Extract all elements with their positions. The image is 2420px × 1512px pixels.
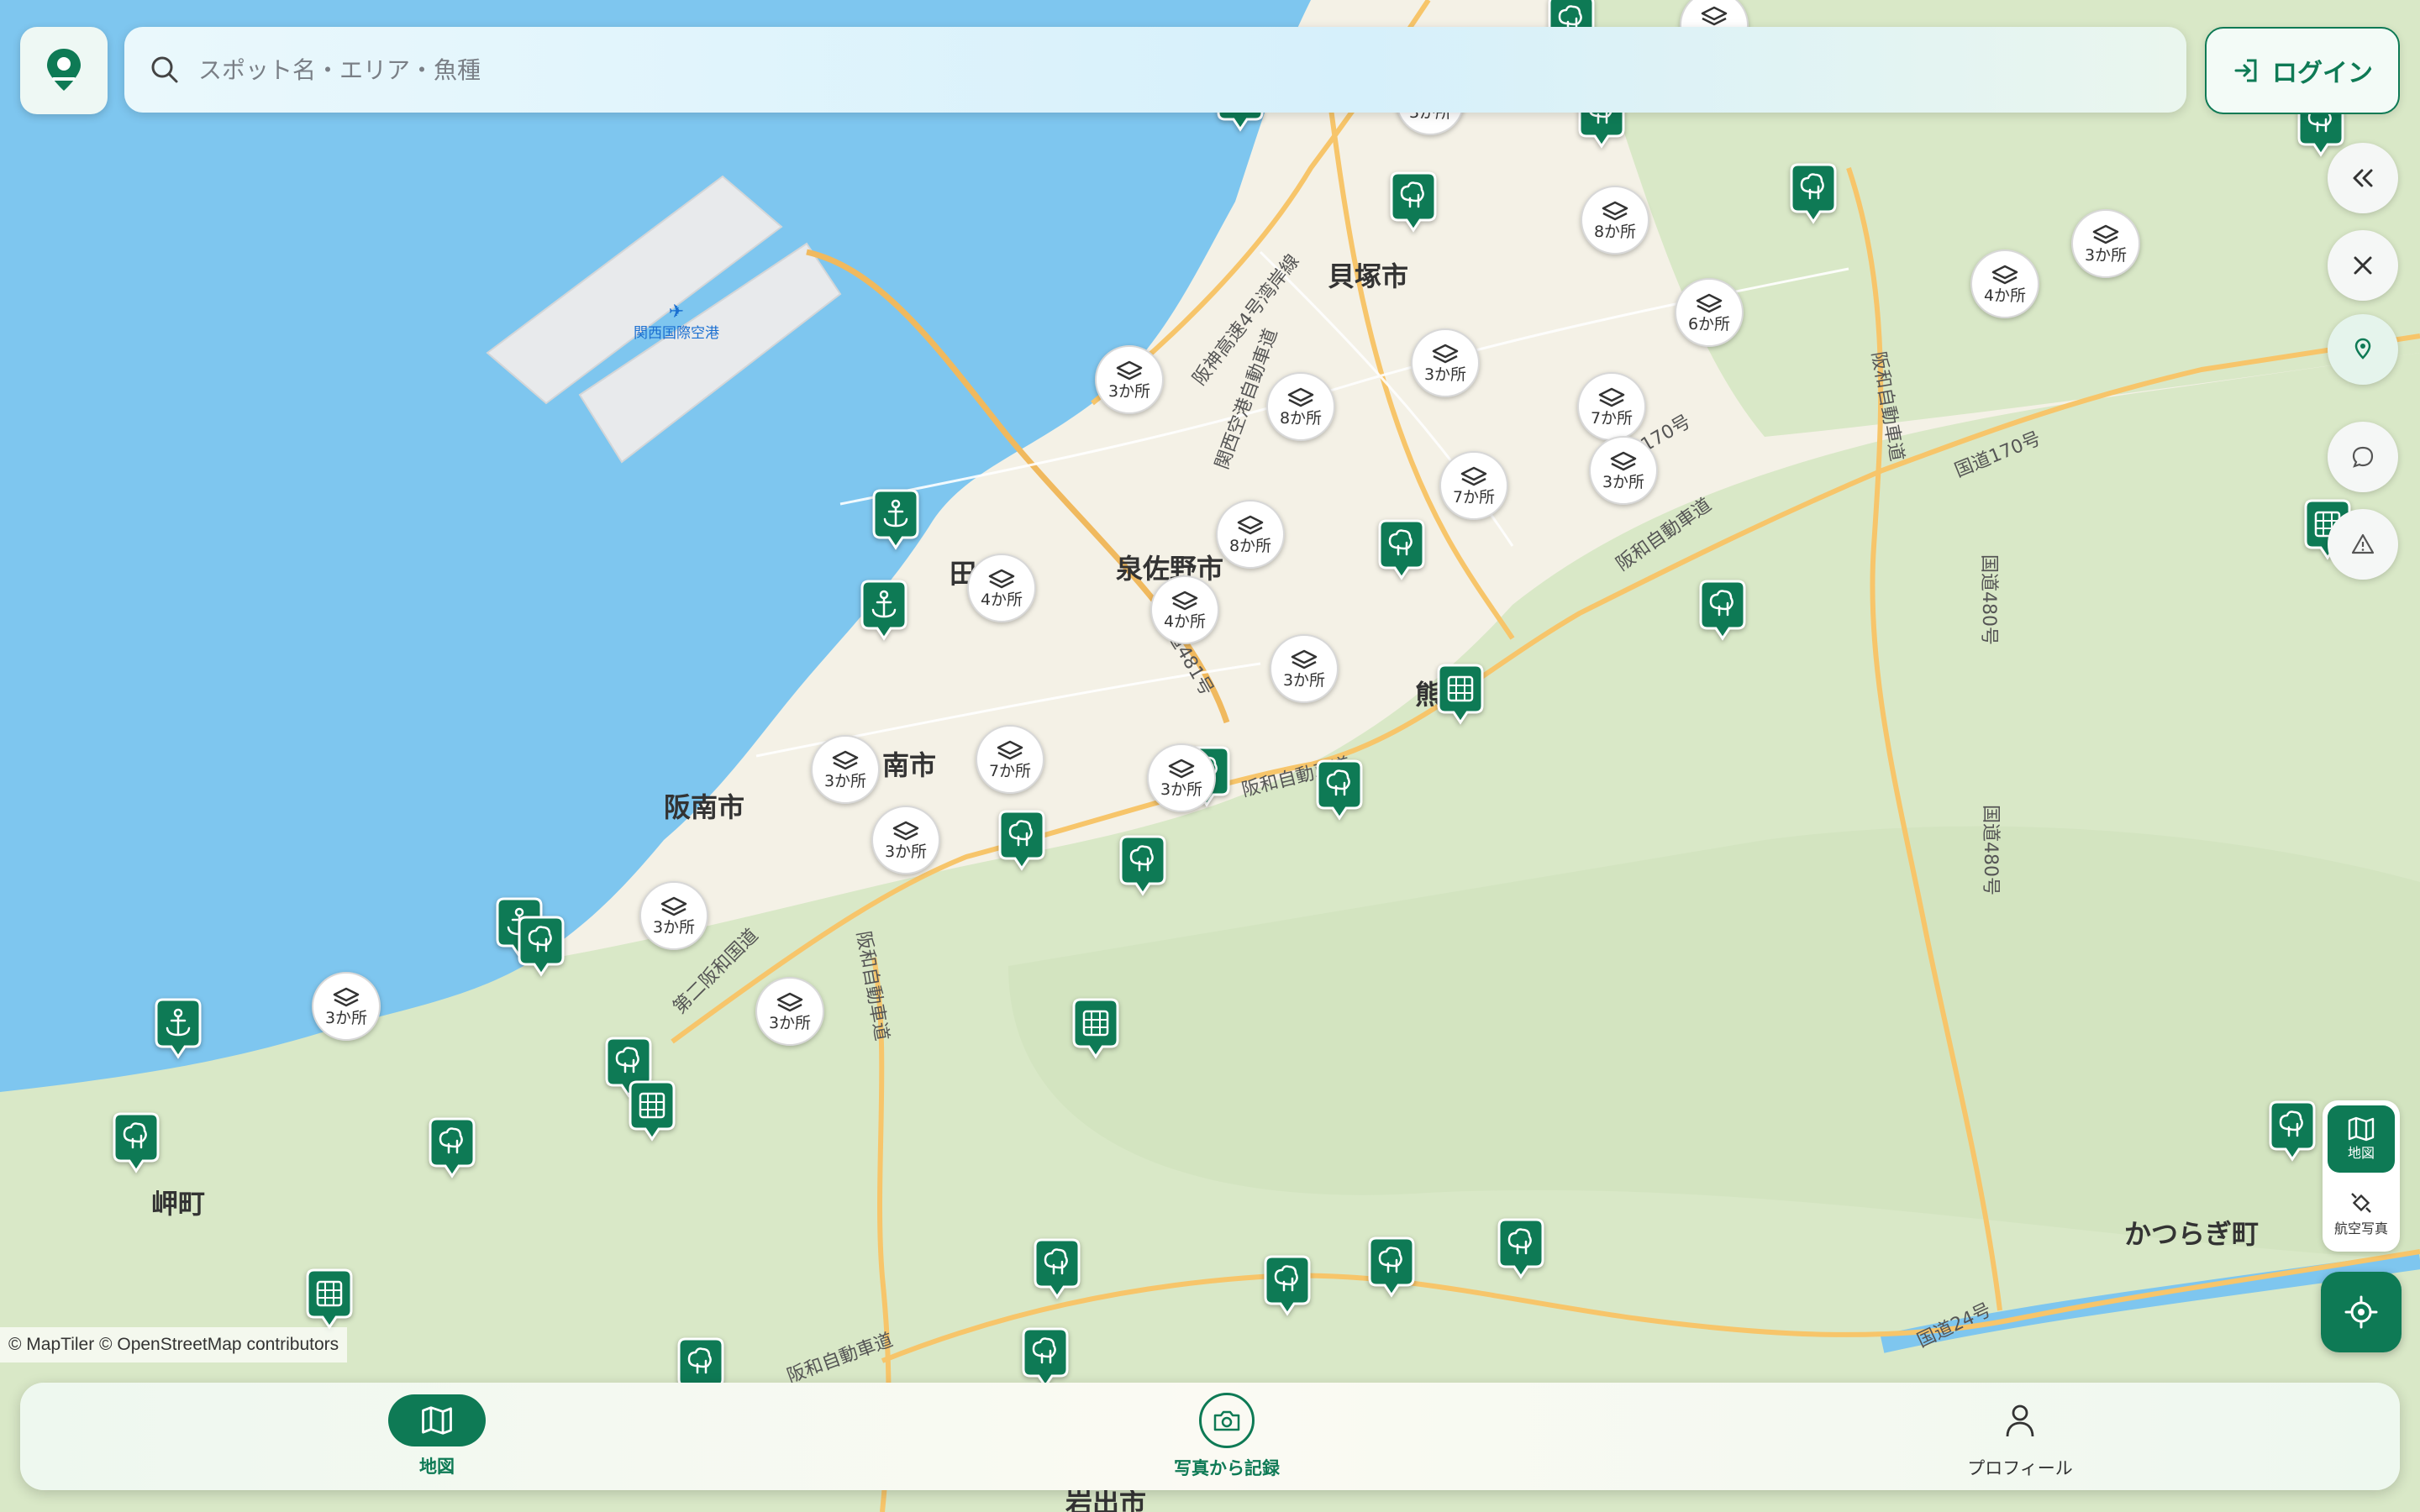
collapse-panel-button[interactable] [2328, 143, 2398, 213]
cluster-count: 3か所 [1602, 473, 1644, 491]
cluster-count: 8か所 [1229, 537, 1271, 555]
login-button[interactable]: ログイン [2205, 27, 2400, 114]
cluster-count: 4か所 [1164, 612, 1206, 631]
app-logo-button[interactable] [20, 27, 108, 114]
tab-profile-label: プロフィール [1967, 1458, 2073, 1478]
cluster-count: 8か所 [1594, 223, 1636, 241]
cluster-marker[interactable]: 4か所 [967, 554, 1036, 622]
cluster-marker[interactable]: 8か所 [1266, 372, 1335, 441]
camera-icon [1213, 1410, 1240, 1431]
cluster-count: 7か所 [1591, 409, 1633, 428]
cluster-count: 8か所 [1280, 409, 1322, 428]
cluster-marker[interactable]: 3か所 [639, 881, 708, 950]
map-canvas[interactable]: ✈ 関西国際空港 貝塚市 泉佐野市 田 南市 阪南市 熊 岬町 かつらぎ町 岩出… [0, 0, 2420, 1512]
layer-aerial-button[interactable]: 航空写真 [2328, 1179, 2395, 1247]
cluster-marker[interactable]: 8か所 [1216, 500, 1285, 569]
layer-map-button[interactable]: 地図 [2328, 1105, 2395, 1173]
cluster-marker[interactable]: 3か所 [1411, 328, 1480, 397]
cluster-marker[interactable]: 7か所 [1577, 372, 1646, 441]
chevrons-left-icon [2353, 169, 2373, 187]
svg-text:関西国際空港: 関西国際空港 [634, 325, 719, 342]
place-label: 南市 [882, 749, 936, 781]
place-label: かつらぎ町 [2124, 1218, 2259, 1250]
cluster-count: 4か所 [981, 591, 1023, 609]
cluster-marker[interactable]: 3か所 [1095, 345, 1164, 414]
place-label: 貝塚市 [1328, 260, 1408, 292]
cluster-marker[interactable]: 3か所 [312, 972, 381, 1041]
tab-map-label: 地図 [419, 1457, 455, 1477]
cluster-count: 3か所 [1283, 671, 1325, 690]
app-logo-icon [47, 49, 81, 91]
tab-map[interactable]: 地図 [370, 1383, 504, 1490]
cluster-marker[interactable]: 7か所 [1439, 451, 1508, 520]
cluster-marker[interactable]: 3か所 [1147, 743, 1216, 812]
place-label: 岬町 [151, 1188, 205, 1220]
person-icon [2006, 1404, 2034, 1437]
layer-map-label: 地図 [2347, 1145, 2375, 1161]
cluster-count: 6か所 [1688, 315, 1730, 333]
cluster-marker[interactable]: 3か所 [2071, 209, 2140, 278]
close-button[interactable] [2328, 230, 2398, 301]
cluster-count: 3か所 [885, 843, 927, 861]
cluster-count: 3か所 [2085, 246, 2127, 265]
layer-aerial-label: 航空写真 [2333, 1221, 2388, 1236]
road-label: 国道480号 [1980, 805, 2001, 895]
tab-record-label: 写真から記録 [1174, 1458, 1280, 1478]
map-icon [422, 1406, 452, 1435]
cluster-marker[interactable]: 3か所 [871, 806, 940, 874]
place-label: 岩出市 [1065, 1487, 1146, 1512]
comment-button[interactable] [2328, 422, 2398, 492]
cluster-count: 4か所 [1984, 286, 2026, 305]
cluster-marker[interactable]: 4か所 [1150, 575, 1219, 644]
cluster-marker[interactable]: 8か所 [1581, 186, 1649, 255]
login-label: ログイン [2272, 59, 2373, 88]
cluster-marker[interactable]: 6か所 [1675, 278, 1744, 347]
bottom-nav: 地図 写真から記録 プロフィール [20, 1383, 2400, 1490]
cluster-marker[interactable]: 7か所 [976, 725, 1044, 794]
comment-icon [2352, 446, 2374, 468]
cluster-count: 3か所 [824, 772, 866, 790]
map-layer-toggle: 地図 航空写真 [2323, 1100, 2400, 1252]
cluster-count: 3か所 [1108, 382, 1150, 401]
map-icon [2348, 1116, 2375, 1142]
spot-filter-icon [2354, 338, 2371, 360]
tab-record-from-photo[interactable]: 写真から記録 [1126, 1383, 1328, 1490]
tab-profile[interactable]: プロフィール [1928, 1383, 2112, 1490]
cluster-count: 3か所 [325, 1009, 367, 1027]
close-icon [2354, 256, 2372, 275]
svg-text:✈: ✈ [669, 302, 684, 323]
cluster-marker[interactable]: 3か所 [755, 977, 824, 1046]
place-label: 阪南市 [664, 791, 744, 823]
warning-icon [2351, 533, 2375, 554]
current-location-button[interactable] [2321, 1272, 2402, 1352]
cluster-count: 7か所 [1453, 488, 1495, 507]
cluster-marker[interactable]: 4か所 [1970, 249, 2039, 318]
cluster-count: 3か所 [653, 918, 695, 937]
search-input[interactable] [197, 55, 2049, 85]
cluster-count: 3か所 [1424, 365, 1466, 384]
locate-icon [2344, 1295, 2378, 1329]
cluster-count: 7か所 [989, 762, 1031, 780]
spot-filter-button[interactable] [2328, 314, 2398, 385]
cluster-count: 3か所 [769, 1014, 811, 1032]
satellite-icon [2351, 1193, 2371, 1213]
road-label: 国道480号 [1978, 554, 1999, 645]
cluster-count: 3か所 [1160, 780, 1202, 799]
cluster-marker[interactable]: 3か所 [1270, 634, 1339, 703]
map-attribution[interactable]: © MapTiler © OpenStreetMap contributors [0, 1327, 348, 1362]
search-icon [151, 56, 178, 83]
warning-button[interactable] [2328, 509, 2398, 580]
cluster-marker[interactable]: 3か所 [811, 735, 880, 804]
login-icon [2234, 59, 2257, 82]
cluster-marker[interactable]: 3か所 [1589, 436, 1658, 505]
search-bar[interactable] [124, 27, 2186, 113]
